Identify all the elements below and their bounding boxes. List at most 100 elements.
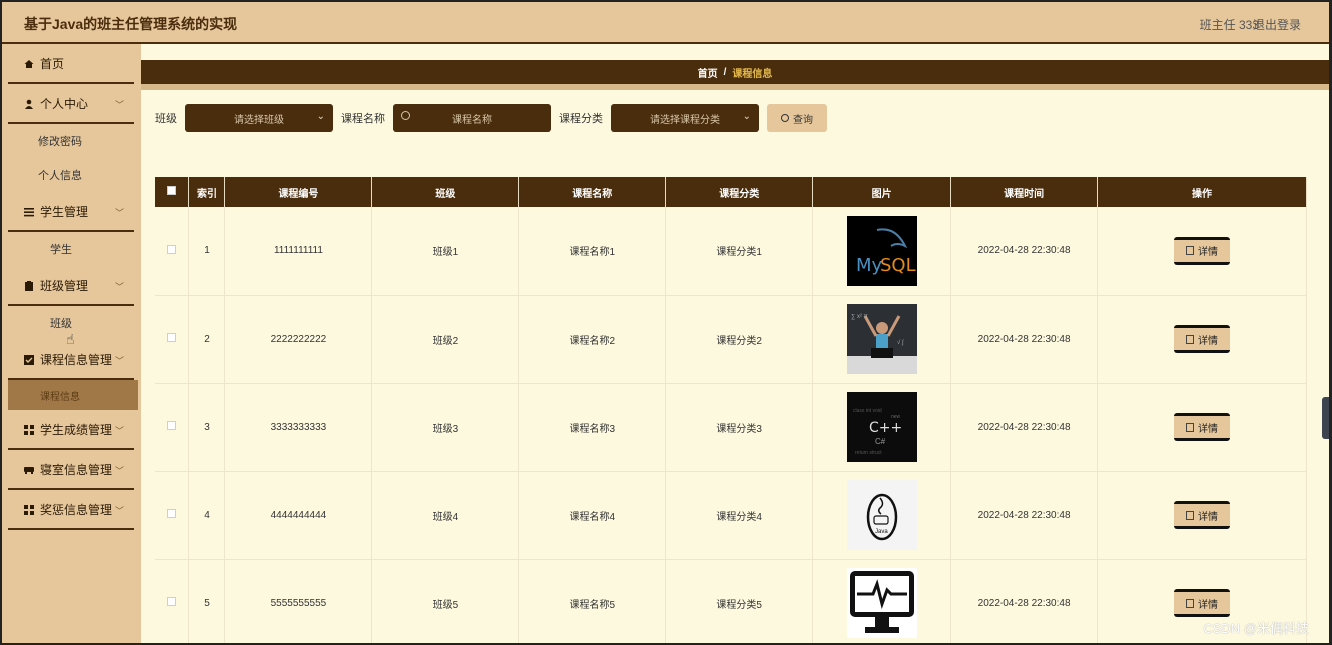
- cell-category: 课程分类1: [665, 207, 814, 296]
- detail-button-label: 详情: [1198, 599, 1219, 611]
- select-all-checkbox[interactable]: [167, 186, 177, 195]
- svg-text:return struct: return struct: [855, 450, 882, 456]
- sidebar-item-personal[interactable]: 个人中心 ﹀: [8, 84, 134, 124]
- course-name-input[interactable]: 课程名称: [393, 104, 551, 132]
- svg-text:Java: Java: [875, 529, 888, 535]
- sidebar-item-label: 学生管理: [40, 204, 89, 219]
- breadcrumb: 首页 / 课程信息: [141, 60, 1329, 90]
- row-select-cell: [155, 207, 190, 296]
- list-icon: [24, 206, 34, 217]
- course-name-placeholder: 课程名称: [452, 114, 492, 126]
- col-time: 课程时间: [950, 177, 1099, 207]
- cell-index: 3: [188, 383, 226, 472]
- detail-button-label: 详情: [1198, 423, 1219, 435]
- breadcrumb-home[interactable]: 首页: [698, 65, 718, 80]
- side-scroll-tab[interactable]: [1322, 397, 1329, 439]
- cell-category: 课程分类5: [665, 559, 814, 643]
- cell-code: 3333333333: [224, 383, 373, 472]
- chevron-down-icon: ﹀: [114, 506, 124, 516]
- sidebar-item-rewards[interactable]: 奖惩信息管理 ﹀: [8, 490, 134, 530]
- sidebar-item-label: 学生成绩管理: [40, 422, 113, 437]
- row-select-cell: [155, 471, 190, 560]
- cell-index: 5: [188, 559, 226, 643]
- sidebar-item-label: 首页: [40, 56, 65, 71]
- cell-category: 课程分类2: [665, 295, 814, 384]
- sidebar-item-scores[interactable]: 学生成绩管理 ﹀: [8, 410, 134, 450]
- row-checkbox[interactable]: [167, 244, 177, 254]
- cell-name: 课程名称2: [518, 295, 667, 384]
- logout-link[interactable]: 退出登录: [1253, 16, 1301, 33]
- row-checkbox[interactable]: [167, 597, 177, 606]
- query-button-label: 查询: [793, 114, 813, 126]
- current-user: 班主任 333: [1199, 18, 1259, 32]
- sidebar-item-label: 个人中心: [40, 96, 89, 111]
- cell-time: 2022-04-28 22:30:48: [950, 383, 1099, 472]
- document-icon: [1186, 510, 1195, 520]
- detail-button[interactable]: 详情: [1174, 413, 1231, 441]
- sidebar-item-dorms[interactable]: 寝室信息管理 ﹀: [8, 450, 134, 490]
- course-table: 索引 课程编号 班级 课程名称 课程分类 图片 课程时间 操作 1 111111…: [155, 177, 1307, 643]
- grid-icon: [24, 504, 34, 515]
- cell-image: ∑ x² π √ ∫: [812, 295, 952, 384]
- sidebar-item-classes[interactable]: 班级管理 ﹀: [8, 266, 134, 306]
- chevron-down-icon: ﹀: [114, 282, 124, 292]
- cell-name: 课程名称3: [518, 383, 667, 472]
- sidebar-sub-profile[interactable]: 个人信息: [2, 158, 140, 192]
- cell-index: 1: [188, 207, 226, 296]
- cell-time: 2022-04-28 22:30:48: [950, 559, 1099, 643]
- bed-icon: [24, 464, 34, 474]
- document-icon: [1186, 422, 1195, 432]
- detail-button[interactable]: 详情: [1174, 236, 1231, 265]
- cell-actions: 详情: [1097, 471, 1307, 560]
- breadcrumb-separator: /: [723, 66, 727, 78]
- category-filter-label: 课程分类: [559, 113, 603, 125]
- query-button[interactable]: 查询: [767, 104, 827, 132]
- document-icon: [1186, 334, 1195, 344]
- cell-time: 2022-04-28 22:30:48: [950, 207, 1099, 296]
- col-category: 课程分类: [665, 177, 814, 207]
- breadcrumb-current: 课程信息: [732, 68, 773, 80]
- svg-text:class int void: class int void: [853, 408, 882, 414]
- cell-category: 课程分类3: [665, 383, 814, 472]
- row-checkbox[interactable]: [167, 509, 177, 518]
- detail-button[interactable]: 详情: [1174, 589, 1231, 617]
- cell-class: 班级1: [371, 207, 520, 296]
- sidebar-item-label: 课程信息管理: [40, 352, 113, 367]
- cell-actions: 详情: [1097, 383, 1307, 472]
- sidebar-sub-student[interactable]: 学生: [2, 232, 140, 266]
- svg-text:∑ x² π: ∑ x² π: [851, 314, 868, 320]
- cell-class: 班级3: [371, 383, 520, 472]
- sidebar-item-students[interactable]: 学生管理 ﹀: [8, 192, 134, 232]
- class-filter-select[interactable]: 请选择班级 ⌄: [185, 104, 333, 132]
- col-index: 索引: [188, 177, 226, 207]
- table-row: 3 3333333333 班级3 课程名称3 课程分类3 C++ C# class …: [155, 383, 1307, 472]
- java-logo-image: Java: [846, 480, 917, 550]
- chevron-down-icon: ﹀: [114, 466, 124, 476]
- app-window: 基于Java的班主任管理系统的实现 班主任 333 退出登录 首页 个人中心 ﹀…: [0, 0, 1332, 645]
- hand-cursor-icon: ☝: [66, 331, 75, 347]
- cell-index: 2: [188, 295, 226, 384]
- detail-button[interactable]: 详情: [1174, 501, 1231, 529]
- document-icon: [1186, 598, 1195, 608]
- chevron-down-icon: ﹀: [114, 100, 124, 110]
- cell-category: 课程分类4: [665, 471, 814, 560]
- cell-class: 班级2: [371, 295, 520, 384]
- grid-icon: [24, 424, 34, 435]
- category-filter-select[interactable]: 请选择课程分类 ⌄: [611, 104, 759, 132]
- row-checkbox[interactable]: [167, 421, 177, 430]
- sidebar-sub-course-info[interactable]: 课程信息: [8, 380, 138, 410]
- sidebar-sub-change-password[interactable]: 修改密码: [2, 124, 140, 158]
- cell-code: 1111111111: [224, 207, 373, 296]
- cell-actions: 详情: [1097, 207, 1307, 296]
- detail-button[interactable]: 详情: [1174, 325, 1231, 353]
- row-checkbox[interactable]: [167, 333, 177, 342]
- category-filter-placeholder: 请选择课程分类: [650, 114, 720, 126]
- sidebar-item-home[interactable]: 首页: [8, 44, 134, 84]
- cell-class: 班级4: [371, 471, 520, 560]
- course-name-label: 课程名称: [341, 113, 385, 125]
- chevron-down-icon: ⌄: [742, 111, 751, 122]
- cell-index: 4: [188, 471, 226, 560]
- cpp-wordcloud-image: C++ C# class int void return struct new: [846, 392, 917, 462]
- svg-text:C++: C++: [869, 420, 902, 436]
- class-filter-label: 班级: [155, 113, 177, 125]
